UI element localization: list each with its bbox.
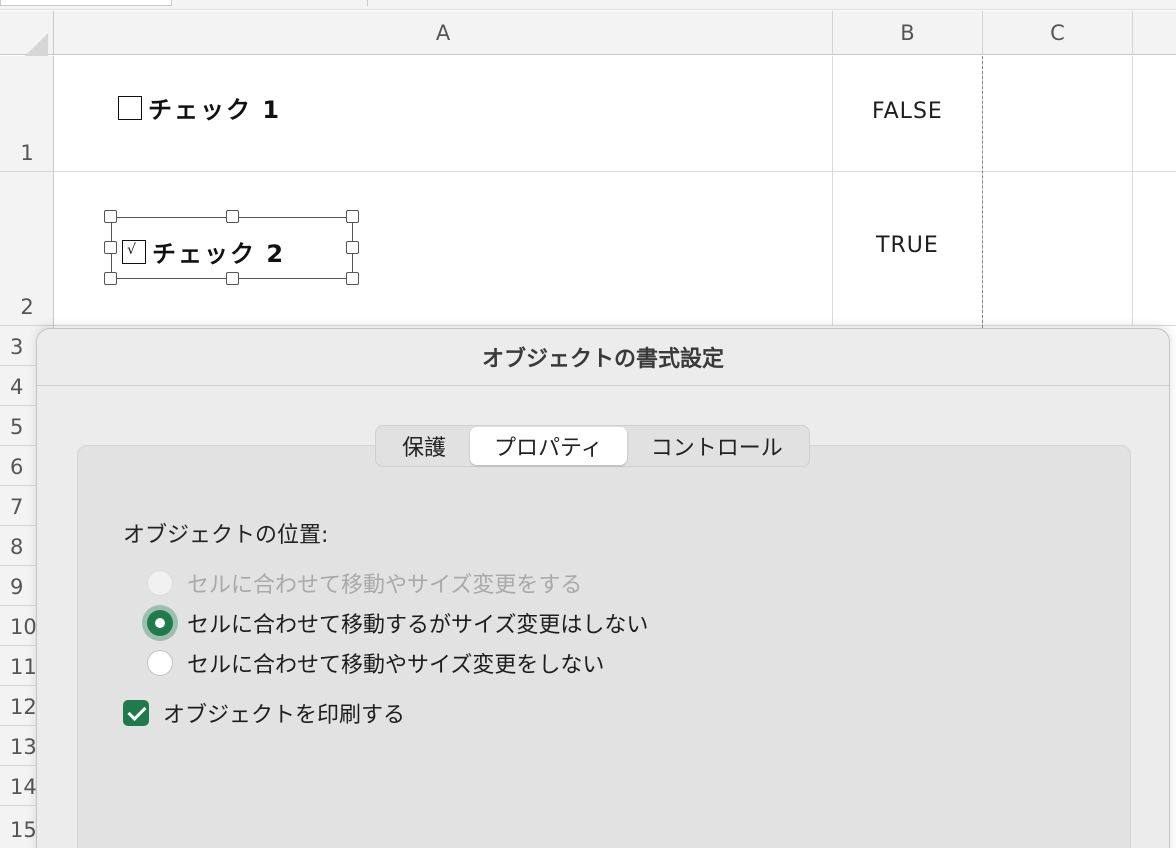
form-checkbox-label: チェック 1 <box>148 96 282 124</box>
cell-c1[interactable] <box>983 56 1133 172</box>
row-header-label: 12 <box>10 695 37 719</box>
row-header-label: 3 <box>10 335 24 359</box>
tab-label: 保護 <box>402 436 447 461</box>
resize-handle-bottom-right[interactable] <box>346 272 359 285</box>
name-box[interactable] <box>0 0 172 6</box>
tab-label: コントロール <box>650 436 783 461</box>
radio-button-icon <box>147 570 173 596</box>
column-header-c[interactable]: C <box>983 11 1133 55</box>
tab-protection[interactable]: 保護 <box>378 427 470 465</box>
formula-bar-divider <box>172 0 368 6</box>
cell-value: FALSE <box>872 99 943 124</box>
radio-button-selected-icon <box>147 610 173 636</box>
row-header-label: 8 <box>10 535 24 559</box>
row-header-label: 6 <box>10 455 24 479</box>
checkmark-icon <box>123 700 149 726</box>
column-header-label: A <box>435 20 451 45</box>
tab-label: プロパティ <box>494 436 603 461</box>
formula-bar-strip <box>0 0 1176 10</box>
radio-label: セルに合わせて移動やサイズ変更をする <box>187 573 583 598</box>
column-header-label: C <box>1050 20 1065 45</box>
cell-c2[interactable] <box>983 172 1133 326</box>
row-header-label: 13 <box>10 735 37 759</box>
select-all-button[interactable] <box>0 11 54 63</box>
print-object-checkbox[interactable]: オブジェクトを印刷する <box>123 697 405 729</box>
row-header-label: 4 <box>10 375 24 399</box>
resize-handle-left[interactable] <box>104 241 117 254</box>
radio-label: セルに合わせて移動するがサイズ変更はしない <box>187 613 649 638</box>
format-object-dialog: オブジェクトの書式設定 保護 プロパティ コントロール オブジェクトの位置: セ… <box>36 328 1170 848</box>
row-header-label: 11 <box>10 655 37 679</box>
column-header-b[interactable]: B <box>833 11 983 55</box>
column-header-d[interactable] <box>1133 11 1176 55</box>
row-header-label: 10 <box>10 615 37 639</box>
row-header-2[interactable]: 2 <box>0 172 54 326</box>
print-object-label: オブジェクトを印刷する <box>163 703 406 728</box>
resize-handle-bottom-left[interactable] <box>104 272 117 285</box>
row-header-label: 1 <box>20 141 34 165</box>
page-break-line <box>982 56 983 328</box>
form-checkbox-1[interactable]: チェック 1 <box>118 90 281 125</box>
cell-value: TRUE <box>876 233 939 258</box>
row-header-label: 15 <box>10 818 37 842</box>
radio-button-icon <box>147 650 173 676</box>
radio-label: セルに合わせて移動やサイズ変更をしない <box>187 653 605 678</box>
row-header-1[interactable]: 1 <box>0 56 54 172</box>
checkbox-box-icon <box>118 95 142 120</box>
cell-b1[interactable]: FALSE <box>833 56 983 172</box>
cell-d1[interactable] <box>1133 56 1176 172</box>
row-header-label: 9 <box>10 575 24 599</box>
row-header-label: 7 <box>10 495 24 519</box>
dialog-title-text: オブジェクトの書式設定 <box>481 347 724 372</box>
form-checkbox-2[interactable]: チェック 2 <box>122 234 285 269</box>
dialog-title: オブジェクトの書式設定 <box>37 329 1169 386</box>
resize-handle-top[interactable] <box>226 210 239 223</box>
tab-bar: 保護 プロパティ コントロール <box>375 425 810 467</box>
cell-b2[interactable]: TRUE <box>833 172 983 326</box>
checkbox-checked-icon <box>122 239 146 264</box>
column-header-label: B <box>900 20 915 45</box>
row-header-label: 14 <box>10 775 37 799</box>
object-position-label: オブジェクトの位置: <box>123 523 329 548</box>
row-header-label: 2 <box>20 295 34 319</box>
resize-handle-top-right[interactable] <box>346 210 359 223</box>
resize-handle-right[interactable] <box>346 241 359 254</box>
row-header-label: 5 <box>10 415 24 439</box>
column-header-a[interactable]: A <box>54 11 833 55</box>
resize-handle-bottom[interactable] <box>226 272 239 285</box>
cell-d2[interactable] <box>1133 172 1176 326</box>
radio-move-no-size[interactable]: セルに合わせて移動するがサイズ変更はしない <box>147 607 648 639</box>
tab-properties[interactable]: プロパティ <box>470 427 627 465</box>
radio-move-and-size[interactable]: セルに合わせて移動やサイズ変更をする <box>147 567 582 599</box>
tab-control[interactable]: コントロール <box>627 427 807 465</box>
radio-no-move-no-size[interactable]: セルに合わせて移動やサイズ変更をしない <box>147 647 604 679</box>
resize-handle-top-left[interactable] <box>104 210 117 223</box>
form-checkbox-label: チェック 2 <box>152 240 286 268</box>
